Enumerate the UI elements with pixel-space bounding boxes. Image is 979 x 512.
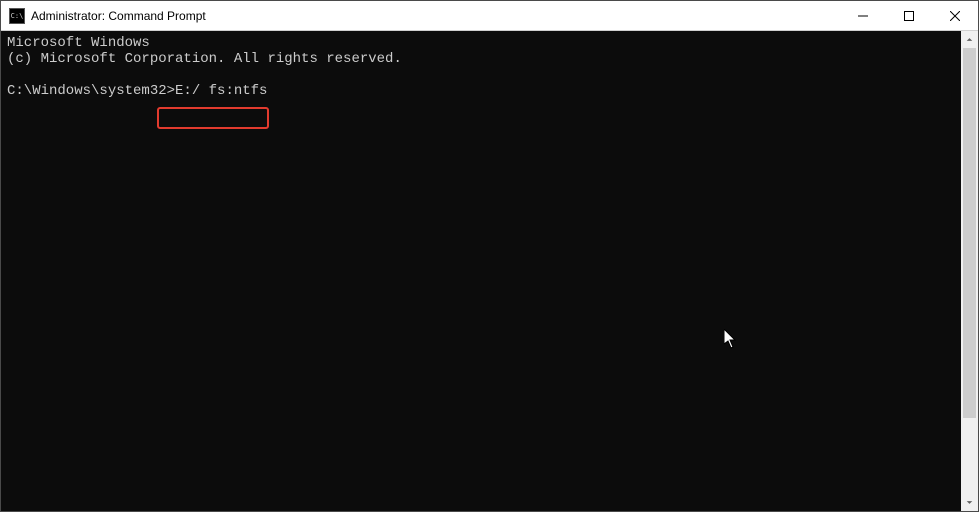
vertical-scrollbar[interactable] [961, 31, 978, 511]
scrollbar-track[interactable] [961, 48, 978, 494]
console-line: Microsoft Windows [7, 35, 150, 51]
scroll-up-button[interactable] [961, 31, 978, 48]
chevron-down-icon [966, 499, 973, 506]
console-output[interactable]: Microsoft Windows (c) Microsoft Corporat… [1, 31, 961, 511]
cmd-icon: C:\ [9, 8, 25, 24]
annotation-highlight [157, 107, 269, 129]
close-button[interactable] [932, 1, 978, 30]
mouse-cursor-icon [657, 313, 738, 370]
chevron-up-icon [966, 36, 973, 43]
typed-command: E:/ fs:ntfs [175, 83, 267, 99]
maximize-icon [904, 11, 914, 21]
console-line: (c) Microsoft Corporation. All rights re… [7, 51, 402, 67]
maximize-button[interactable] [886, 1, 932, 30]
titlebar[interactable]: C:\ Administrator: Command Prompt [1, 1, 978, 31]
scroll-down-button[interactable] [961, 494, 978, 511]
minimize-button[interactable] [840, 1, 886, 30]
command-prompt-window: C:\ Administrator: Command Prompt Micros… [0, 0, 979, 512]
close-icon [950, 11, 960, 21]
minimize-icon [858, 11, 868, 21]
window-title: Administrator: Command Prompt [31, 9, 206, 23]
prompt-path: C:\Windows\system32> [7, 83, 175, 99]
content-area: Microsoft Windows (c) Microsoft Corporat… [1, 31, 978, 511]
window-controls [840, 1, 978, 30]
scrollbar-thumb[interactable] [963, 48, 976, 418]
